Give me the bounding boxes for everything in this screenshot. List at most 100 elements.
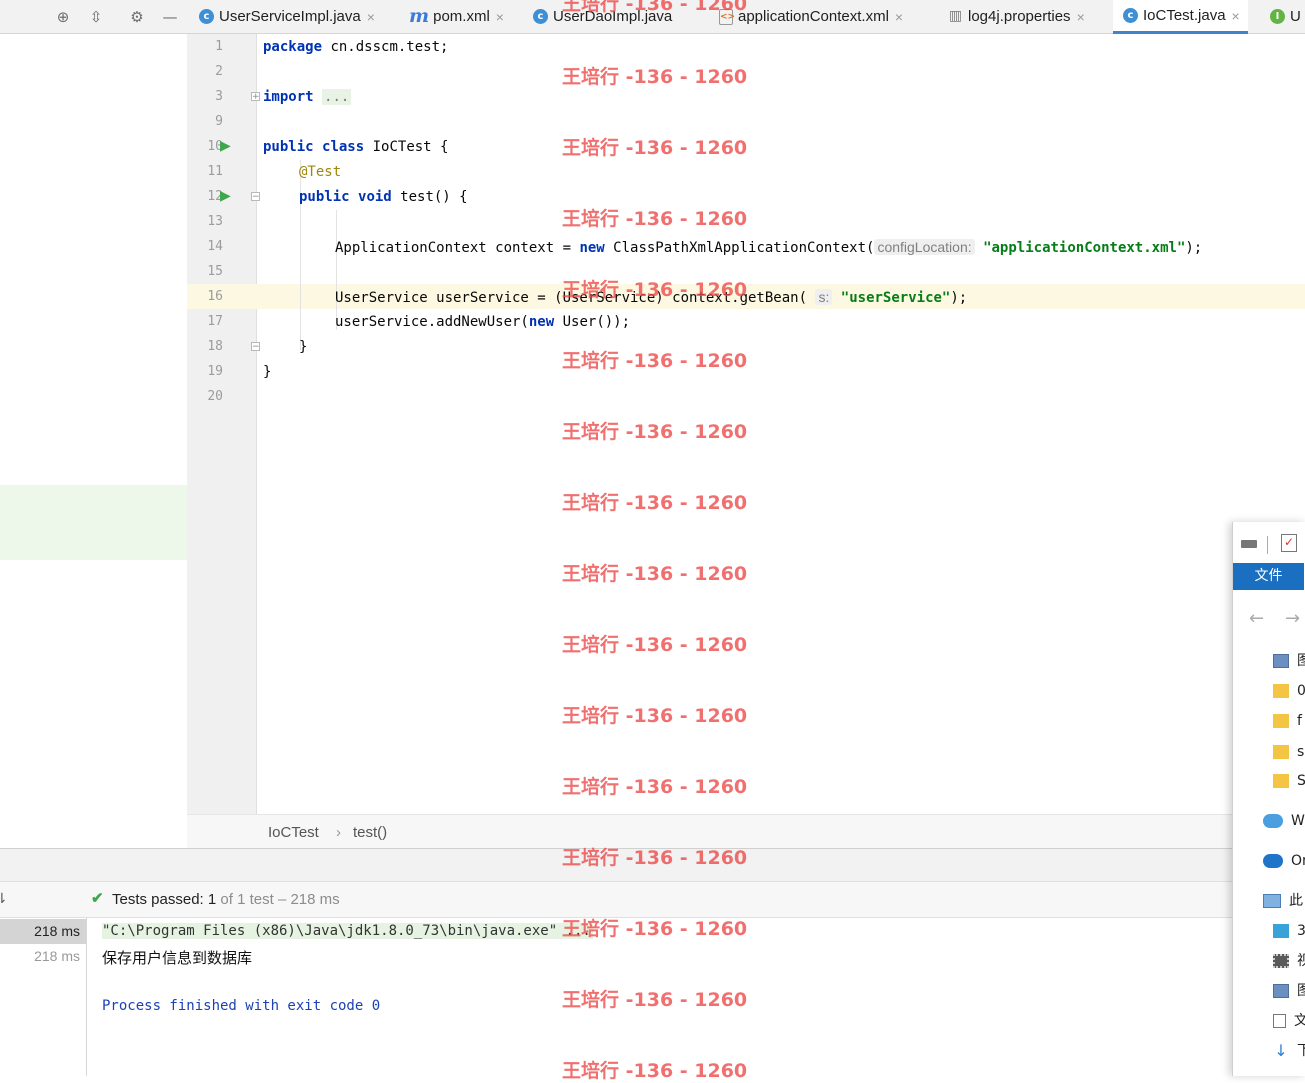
- nav-item[interactable]: s: [1273, 741, 1304, 763]
- run-test-icon[interactable]: ▶︎: [220, 188, 236, 204]
- nav-item[interactable]: 3: [1273, 920, 1305, 942]
- line-number: 15: [207, 264, 223, 279]
- run-test-icon[interactable]: ▶︎: [220, 138, 236, 154]
- code-line-10: public class IoCTest {: [263, 139, 449, 155]
- close-icon[interactable]: ×: [895, 9, 903, 25]
- code-line-17: userService.addNewUser(new User());: [335, 314, 631, 330]
- test-tree-row[interactable]: 218 ms: [0, 919, 86, 944]
- tab-u[interactable]: I U: [1270, 0, 1301, 33]
- breadcrumb: IoCTest › test(): [187, 814, 1305, 848]
- line-number: 2: [215, 64, 223, 79]
- java-interface-icon: I: [1270, 9, 1285, 24]
- check-icon: ✔: [91, 890, 104, 907]
- nav-item[interactable]: 图: [1273, 650, 1305, 672]
- test-status-text: Tests passed: 1 of 1 test – 218 ms: [112, 891, 340, 908]
- close-icon[interactable]: ×: [1232, 8, 1240, 24]
- parameter-hint: configLocation:: [874, 239, 975, 255]
- line-number: 18: [207, 339, 223, 354]
- this-pc-icon: [1263, 894, 1281, 908]
- maven-icon: m: [409, 5, 430, 27]
- tab-userserviceimpl[interactable]: c UserServiceImpl.java ×: [199, 0, 375, 33]
- line-number: 14: [207, 239, 223, 254]
- close-icon[interactable]: ×: [1077, 9, 1085, 25]
- project-selection-highlight: [0, 485, 187, 560]
- code-line-11: @Test: [299, 164, 342, 180]
- folded-imports[interactable]: ...: [322, 89, 352, 105]
- picture-folder-icon: [1273, 654, 1289, 668]
- line-number: 17: [207, 314, 223, 329]
- project-panel: [0, 34, 187, 848]
- code-line-16: UserService userService = (UserService) …: [335, 289, 968, 306]
- console-command-line[interactable]: "C:\Program Files (x86)\Java\jdk1.8.0_73…: [102, 923, 593, 939]
- folder-icon: [1273, 684, 1289, 698]
- toolbar-divider: [1267, 536, 1268, 554]
- tab-label: pom.xml: [433, 8, 490, 25]
- gear-icon[interactable]: ⚙: [128, 8, 146, 26]
- back-arrow-icon[interactable]: ←: [1249, 608, 1264, 629]
- line-number: 11: [207, 164, 223, 179]
- minimize-icon[interactable]: —: [161, 8, 179, 26]
- console-output-line: 保存用户信息到数据库: [102, 949, 253, 967]
- tab-label: U: [1290, 8, 1301, 25]
- nav-item[interactable]: 文: [1273, 1010, 1305, 1032]
- code-line-12: public void test() {: [299, 189, 468, 205]
- nav-item[interactable]: 此: [1263, 890, 1303, 912]
- nav-item[interactable]: ↓下: [1273, 1040, 1305, 1062]
- tab-log4j[interactable]: ▥ log4j.properties ×: [948, 0, 1085, 33]
- line-number: 16: [207, 289, 223, 304]
- tab-pom[interactable]: m pom.xml ×: [409, 0, 504, 33]
- nav-item[interactable]: On: [1263, 850, 1305, 872]
- file-explorer-window: ✓ 文件 ← → 图 0 f s S WI On 此 3 视 图 文 ↓下: [1232, 522, 1305, 1076]
- nav-item[interactable]: 视: [1273, 950, 1305, 972]
- picture-folder-icon: [1273, 984, 1289, 998]
- tab-label: IoCTest.java: [1143, 7, 1226, 24]
- folder-icon: [1273, 745, 1289, 759]
- nav-item[interactable]: f: [1273, 710, 1302, 732]
- video-icon: [1273, 954, 1289, 968]
- line-number: 13: [207, 214, 223, 229]
- onedrive-icon: [1263, 814, 1283, 828]
- nav-item[interactable]: S: [1273, 770, 1305, 792]
- onedrive-icon: [1263, 854, 1283, 868]
- nav-item[interactable]: WI: [1263, 810, 1305, 832]
- run-arrow-icon[interactable]: ⇂: [0, 890, 8, 907]
- collapse-icon[interactable]: ⇳: [87, 8, 105, 26]
- line-number: 9: [215, 114, 223, 129]
- fold-toggle-icon[interactable]: +: [251, 92, 260, 102]
- breadcrumb-class[interactable]: IoCTest: [268, 824, 319, 841]
- line-number: 20: [207, 389, 223, 404]
- line-number: 10: [207, 139, 223, 154]
- test-status-bar: ⇂ ✔ Tests passed: 1 of 1 test – 218 ms: [0, 882, 1305, 918]
- fold-toggle-icon[interactable]: −: [251, 342, 260, 352]
- tab-userdaoimpl[interactable]: c UserDaoImpl.java: [533, 0, 672, 33]
- forward-arrow-icon[interactable]: →: [1285, 608, 1300, 629]
- ribbon-file-tab[interactable]: 文件: [1233, 563, 1304, 590]
- line-number: 12: [207, 189, 223, 204]
- test-results-tree: 218 ms 218 ms: [0, 918, 87, 1076]
- code-line-1: package cn.dsscm.test;: [263, 39, 449, 55]
- tab-label: applicationContext.xml: [738, 8, 889, 25]
- code-line-14: ApplicationContext context = new ClassPa…: [335, 239, 1203, 256]
- properties-icon[interactable]: ✓: [1281, 534, 1297, 552]
- nav-item[interactable]: 0: [1273, 680, 1305, 702]
- line-number: 19: [207, 364, 223, 379]
- tab-ioctest[interactable]: c IoCTest.java ×: [1113, 0, 1248, 34]
- tab-label: UserDaoImpl.java: [553, 8, 673, 25]
- run-panel-header: [0, 848, 1305, 882]
- target-icon[interactable]: ⊕: [54, 8, 72, 26]
- drive-icon[interactable]: [1241, 540, 1257, 548]
- tab-applicationcontext[interactable]: <> applicationContext.xml ×: [719, 0, 903, 33]
- breadcrumb-method[interactable]: test(): [353, 824, 387, 841]
- nav-item[interactable]: 图: [1273, 980, 1305, 1002]
- java-class-icon: c: [533, 9, 548, 24]
- line-number: 3: [215, 89, 223, 104]
- code-line-3: import ...: [263, 89, 352, 105]
- xml-file-icon: <>: [719, 8, 735, 25]
- test-tree-row[interactable]: 218 ms: [0, 944, 86, 969]
- folder-icon: [1273, 774, 1289, 788]
- line-number: 1: [215, 39, 223, 54]
- close-icon[interactable]: ×: [496, 9, 504, 25]
- console-output[interactable]: "C:\Program Files (x86)\Java\jdk1.8.0_73…: [88, 918, 1305, 1076]
- fold-toggle-icon[interactable]: −: [251, 192, 260, 202]
- close-icon[interactable]: ×: [367, 9, 375, 25]
